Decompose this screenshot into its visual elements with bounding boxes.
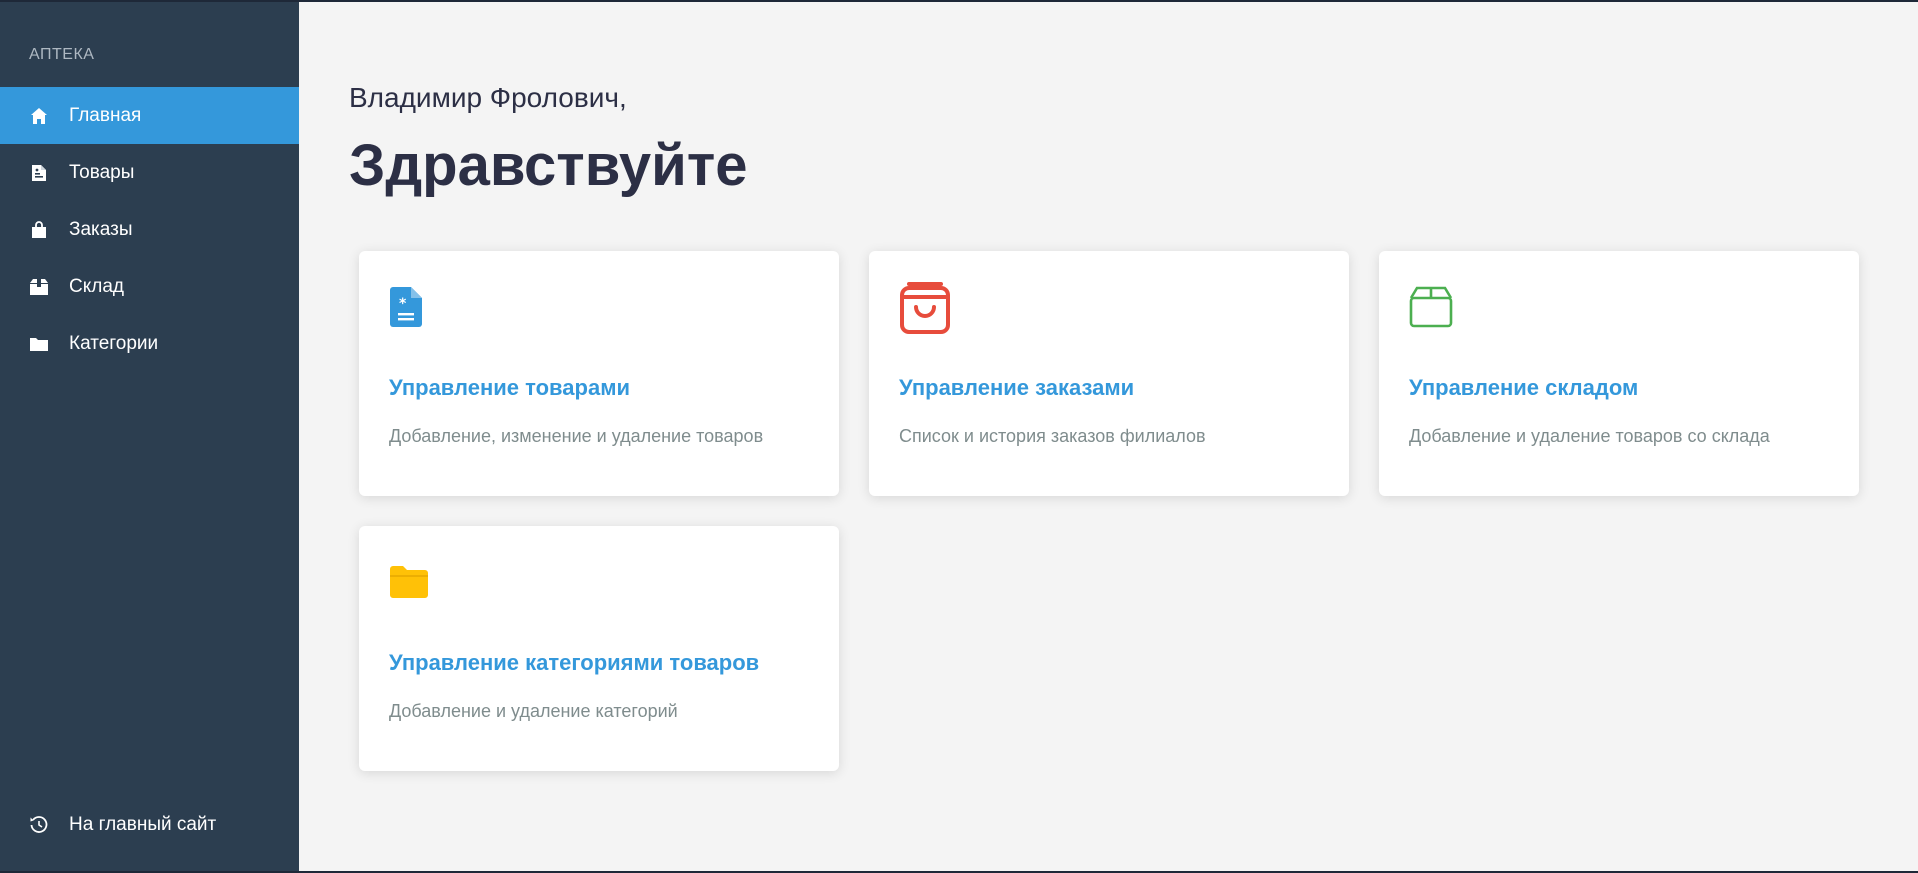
sidebar-item-label: Категории (69, 332, 159, 354)
sidebar-item-label: Главная (69, 104, 142, 126)
sidebar: АПТЕКА Главная Товары Заказы Склад Катег… (0, 2, 299, 871)
document-icon (29, 163, 49, 183)
shopping-bag-icon (29, 220, 49, 240)
sidebar-item-categories[interactable]: Категории (0, 315, 299, 372)
page-title: Здравствуйте (349, 133, 748, 198)
svg-text:*: * (399, 296, 407, 312)
main-content: Владимир Фролович, Здравствуйте * Управл… (299, 2, 1918, 871)
card-products[interactable]: * Управление товарами Добавление, измене… (359, 251, 839, 496)
back-to-site-link[interactable]: На главный сайт (0, 805, 299, 845)
back-to-site-label: На главный сайт (69, 814, 217, 835)
card-description: Добавление и удаление категорий (389, 701, 678, 721)
dashboard-cards: * Управление товарами Добавление, измене… (359, 251, 1859, 771)
card-orders[interactable]: Управление заказами Список и история зак… (869, 251, 1349, 496)
card-description: Список и история заказов филиалов (899, 426, 1206, 446)
history-icon (29, 815, 49, 835)
box-icon (29, 277, 49, 297)
sidebar-item-label: Товары (69, 161, 135, 183)
card-title: Управление складом (1409, 375, 1639, 400)
card-warehouse[interactable]: Управление складом Добавление и удаление… (1379, 251, 1859, 496)
sidebar-item-label: Заказы (69, 218, 133, 240)
home-icon (29, 106, 49, 126)
card-title: Управление категориями товаров (389, 650, 760, 675)
card-title: Управление товарами (389, 375, 630, 400)
folder-icon (29, 334, 49, 354)
sidebar-item-products[interactable]: Товары (0, 144, 299, 201)
sidebar-nav: Главная Товары Заказы Склад Категории (0, 87, 299, 372)
folder-icon (389, 556, 429, 608)
sidebar-item-home[interactable]: Главная (0, 87, 299, 144)
medical-document-icon: * (389, 281, 423, 333)
sidebar-item-label: Склад (69, 275, 124, 297)
sidebar-item-warehouse[interactable]: Склад (0, 258, 299, 315)
card-description: Добавление и удаление товаров со склада (1409, 426, 1770, 446)
box-icon (1409, 281, 1453, 333)
card-title: Управление заказами (899, 375, 1135, 400)
card-categories[interactable]: Управление категориями товаров Добавлени… (359, 526, 839, 771)
user-name: Владимир Фролович, (349, 82, 627, 113)
app-window: АПТЕКА Главная Товары Заказы Склад Катег… (0, 0, 1918, 873)
sidebar-item-orders[interactable]: Заказы (0, 201, 299, 258)
brand-label: АПТЕКА (29, 46, 95, 63)
shopping-bag-icon (899, 281, 951, 334)
card-description: Добавление, изменение и удаление товаров (389, 426, 764, 446)
